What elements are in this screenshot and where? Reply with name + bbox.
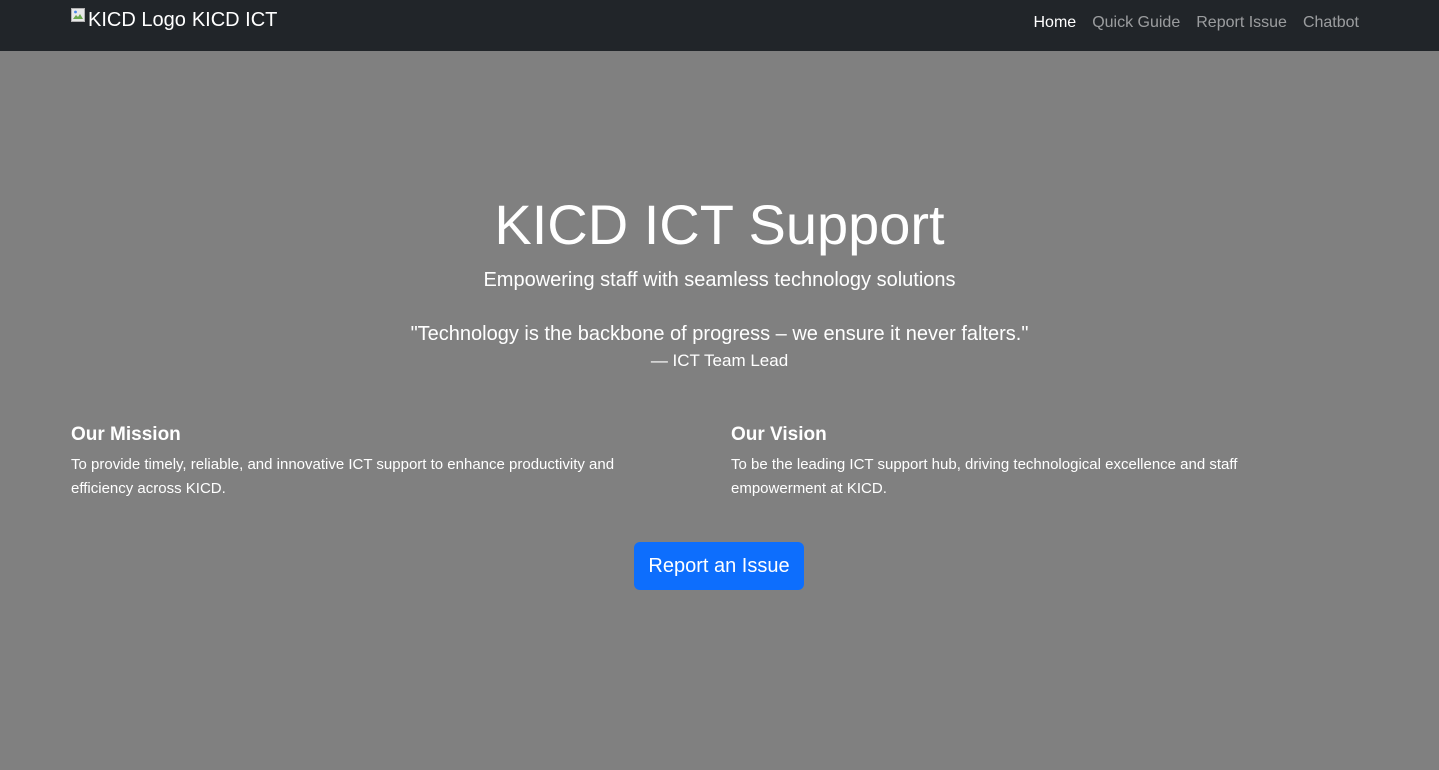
vision-text: To be the leading ICT support hub, drivi… [731, 456, 1238, 497]
mission-heading: Our Mission [71, 424, 181, 445]
nav-link-quick-guide[interactable]: Quick Guide [1092, 13, 1180, 33]
vision-block: Our Vision To be the leading ICT support… [731, 423, 1331, 501]
vision-heading: Our Vision [731, 424, 827, 445]
nav-link-chatbot[interactable]: Chatbot [1303, 13, 1359, 33]
navbar: KICD Logo KICD ICT Home Quick Guide Repo… [0, 0, 1439, 51]
quote-author: — ICT Team Lead [650, 351, 789, 370]
hero-section: KICD ICT Support Empowering staff with s… [0, 51, 1439, 770]
nav-link-home[interactable]: Home [1034, 13, 1077, 33]
mission-text: To provide timely, reliable, and innovat… [71, 456, 615, 497]
mission-block: Our Mission To provide timely, reliable,… [71, 423, 671, 501]
brand-link[interactable]: KICD Logo KICD ICT [71, 8, 277, 32]
report-issue-button[interactable]: Report an Issue [634, 542, 804, 590]
page-subtitle: Empowering staff with seamless technolog… [483, 269, 956, 291]
broken-image-icon [71, 8, 85, 22]
page-title: KICD ICT Support [494, 193, 945, 256]
nav-links: Home Quick Guide Report Issue Chatbot [1034, 13, 1360, 33]
nav-link-report-issue[interactable]: Report Issue [1196, 13, 1287, 33]
logo-alt-text: KICD Logo [88, 9, 186, 31]
logo-image: KICD Logo [71, 8, 186, 32]
brand-name: KICD ICT [191, 9, 278, 31]
quote-text: "Technology is the backbone of progress … [410, 323, 1029, 345]
